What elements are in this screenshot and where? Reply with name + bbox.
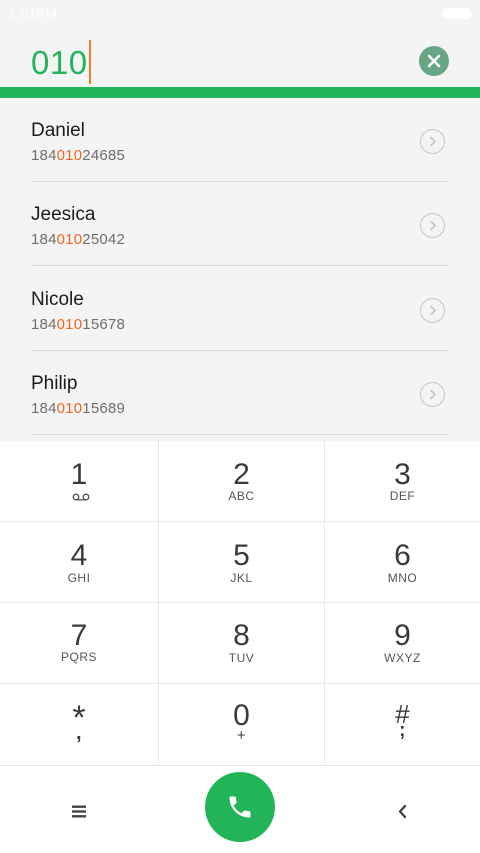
number-suffix: 15689 <box>82 400 125 417</box>
key-hash[interactable]: # ; <box>325 684 480 765</box>
dialer-screen: 1:01PM 010 Daniel 18401024685 Jeesica 18… <box>0 0 480 853</box>
dialed-number-field[interactable]: 010 <box>31 40 91 84</box>
clear-button[interactable] <box>419 46 449 76</box>
number-match: 010 <box>56 147 83 164</box>
key-8[interactable]: 8 TUV <box>159 603 325 684</box>
key-digit: 7 <box>70 619 88 652</box>
dial-header: 010 <box>0 26 480 87</box>
menu-icon <box>72 805 86 817</box>
key-0[interactable]: 0 + <box>159 684 325 765</box>
contact-row[interactable]: Philip 18401015689 <box>0 351 480 435</box>
key-digit: 1 <box>70 458 88 491</box>
key-letters: MNO <box>387 571 418 585</box>
menu-button[interactable] <box>64 796 94 826</box>
key-letters: ABC <box>228 489 255 503</box>
key-letters: WXYZ <box>384 651 421 665</box>
contact-results-list: Daniel 18401024685 Jeesica 18401025042 N… <box>0 98 480 441</box>
battery-icon <box>442 8 472 19</box>
call-button[interactable] <box>205 772 275 842</box>
divider <box>31 265 448 266</box>
key-3[interactable]: 3 DEF <box>325 441 480 522</box>
key-digit: 4 <box>70 539 88 572</box>
number-match: 010 <box>56 231 83 248</box>
key-letters: , <box>75 722 83 744</box>
number-suffix: 24685 <box>82 147 125 164</box>
key-1[interactable]: 1 <box>0 441 159 522</box>
key-letters: PQRS <box>60 650 97 664</box>
contact-name: Jeesica <box>31 204 96 225</box>
key-letters: GHI <box>67 571 91 585</box>
status-time: 1:01PM <box>9 6 57 21</box>
chevron-right-icon <box>430 220 436 231</box>
number-suffix: 25042 <box>82 231 125 248</box>
contact-number: 18401015689 <box>31 400 125 417</box>
key-star[interactable]: * , <box>0 684 159 765</box>
number-suffix: 15678 <box>82 316 125 333</box>
clear-icon <box>427 54 441 68</box>
chevron-right-icon <box>430 305 436 316</box>
phone-icon <box>229 796 251 818</box>
number-prefix: 184 <box>31 400 57 417</box>
contact-detail-button[interactable] <box>420 129 445 154</box>
number-match: 010 <box>56 316 83 333</box>
bottom-action-bar <box>0 765 480 853</box>
contact-detail-button[interactable] <box>420 382 445 407</box>
contact-name: Nicole <box>31 289 84 310</box>
number-prefix: 184 <box>31 316 57 333</box>
contact-name: Daniel <box>31 120 85 141</box>
key-digit: 8 <box>233 619 250 652</box>
text-cursor <box>88 40 91 84</box>
key-digit: 9 <box>394 619 411 652</box>
dial-keypad: 1 2 ABC 3 DEF 4 GHI 5 JKL 6 MNO 7 PQRS 8… <box>0 441 480 765</box>
key-2[interactable]: 2 ABC <box>159 441 325 522</box>
contact-number: 18401024685 <box>31 147 125 164</box>
voicemail-icon <box>72 493 90 501</box>
key-9[interactable]: 9 WXYZ <box>325 603 480 684</box>
contact-row[interactable]: Nicole 18401015678 <box>0 267 480 351</box>
number-prefix: 184 <box>31 231 57 248</box>
back-icon <box>398 804 407 818</box>
contact-detail-button[interactable] <box>420 298 445 323</box>
key-5[interactable]: 5 JKL <box>159 522 325 603</box>
key-letters: JKL <box>230 571 253 585</box>
back-button[interactable] <box>387 796 417 826</box>
key-letters: ; <box>399 720 406 741</box>
status-bar: 1:01PM <box>0 0 480 26</box>
chevron-right-icon <box>430 389 436 400</box>
key-letters: + <box>236 727 247 744</box>
key-digit: 3 <box>394 458 411 491</box>
number-prefix: 184 <box>31 147 57 164</box>
contact-row[interactable]: Jeesica 18401025042 <box>0 182 480 266</box>
key-letters: TUV <box>228 651 255 665</box>
key-6[interactable]: 6 MNO <box>325 522 480 603</box>
chevron-right-icon <box>430 136 436 147</box>
key-letters: DEF <box>389 489 416 503</box>
dialed-number-text: 010 <box>31 44 88 81</box>
contact-number: 18401025042 <box>31 231 125 248</box>
key-digit: 2 <box>233 458 250 491</box>
contact-number: 18401015678 <box>31 316 125 333</box>
key-7[interactable]: 7 PQRS <box>0 603 159 684</box>
contact-detail-button[interactable] <box>420 213 445 238</box>
contact-row[interactable]: Daniel 18401024685 <box>0 98 480 182</box>
key-digit: 5 <box>233 539 250 572</box>
key-digit: 6 <box>394 539 411 572</box>
accent-bar <box>0 87 480 98</box>
number-match: 010 <box>56 400 83 417</box>
key-4[interactable]: 4 GHI <box>0 522 159 603</box>
contact-name: Philip <box>31 373 78 394</box>
divider <box>31 434 448 435</box>
